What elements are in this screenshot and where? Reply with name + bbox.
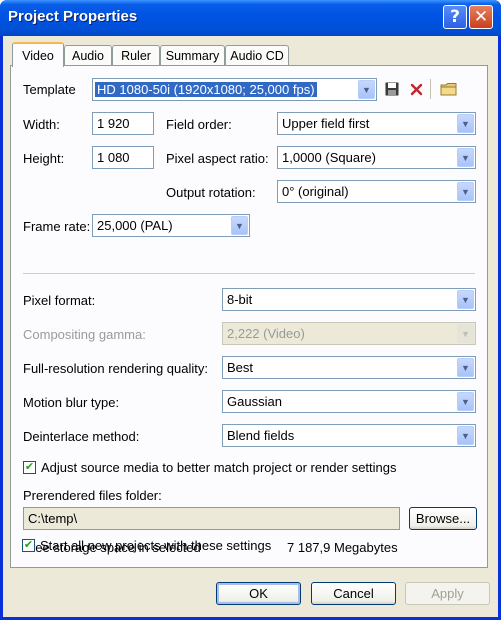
title-bar[interactable]: Project Properties ? ✕ [0, 0, 501, 36]
tab-label: Summary [165, 49, 220, 63]
template-value: HD 1080-50i (1920x1080; 25,000 fps) [95, 82, 317, 97]
section-divider [23, 273, 475, 274]
help-icon: ? [450, 7, 460, 27]
tab-summary[interactable]: Summary [160, 45, 225, 66]
tab-audio-cd[interactable]: Audio CD [225, 45, 289, 66]
tab-label: Audio CD [230, 49, 284, 63]
apply-button: Apply [405, 582, 490, 605]
deinterlace-label: Deinterlace method: [23, 429, 140, 444]
field-order-dropdown[interactable]: Upper field first ▼ [277, 112, 476, 135]
chevron-down-icon: ▼ [457, 358, 474, 377]
render-quality-value: Best [227, 360, 254, 375]
chevron-down-icon: ▼ [457, 114, 474, 133]
chevron-down-icon: ▼ [457, 148, 474, 167]
project-properties-window: Project Properties ? ✕ Video Audio Ruler… [0, 0, 501, 620]
tab-label: Video [22, 48, 54, 63]
frame-rate-dropdown[interactable]: 25,000 (PAL) ▼ [92, 214, 250, 237]
tab-ruler[interactable]: Ruler [112, 45, 160, 66]
window-title: Project Properties [8, 8, 138, 25]
adjust-source-label[interactable]: Adjust source media to better match proj… [41, 460, 397, 475]
tab-audio[interactable]: Audio [64, 45, 112, 66]
compositing-gamma-dropdown: 2,222 (Video) ▼ [222, 322, 476, 345]
frame-rate-label: Frame rate: [23, 219, 91, 234]
chevron-down-icon: ▼ [457, 182, 474, 201]
pixel-aspect-label: Pixel aspect ratio: [166, 151, 269, 166]
toolbar-divider [430, 79, 431, 99]
tab-video[interactable]: Video [12, 42, 64, 67]
compositing-gamma-label: Compositing gamma: [23, 327, 146, 342]
chevron-down-icon: ▼ [231, 216, 248, 235]
pixel-aspect-value: 1,0000 (Square) [282, 150, 376, 165]
height-input[interactable]: 1 080 [92, 146, 154, 169]
save-icon[interactable] [384, 81, 400, 97]
dialog-client-area: Video Audio Ruler Summary Audio CD Templ… [3, 36, 498, 617]
tab-label: Ruler [121, 49, 151, 63]
template-label: Template [23, 82, 76, 97]
field-order-label: Field order: [166, 117, 232, 132]
ok-label: OK [249, 586, 268, 601]
frame-rate-value: 25,000 (PAL) [97, 218, 173, 233]
template-dropdown[interactable]: HD 1080-50i (1920x1080; 25,000 fps) ▼ [92, 78, 377, 101]
output-rotation-value: 0° (original) [282, 184, 349, 199]
apply-label: Apply [431, 586, 464, 601]
chevron-down-icon: ▼ [457, 392, 474, 411]
pixel-format-label: Pixel format: [23, 293, 96, 308]
pixel-format-value: 8-bit [227, 292, 253, 307]
pixel-format-dropdown[interactable]: 8-bit ▼ [222, 288, 476, 311]
help-button[interactable]: ? [443, 5, 467, 29]
render-quality-dropdown[interactable]: Best ▼ [222, 356, 476, 379]
chevron-down-icon: ▼ [457, 426, 474, 445]
width-input[interactable]: 1 920 [92, 112, 154, 135]
pixel-aspect-dropdown[interactable]: 1,0000 (Square) ▼ [277, 146, 476, 169]
field-order-value: Upper field first [282, 116, 370, 131]
chevron-down-icon: ▼ [358, 80, 375, 99]
browse-button[interactable]: Browse... [409, 507, 477, 530]
prerendered-folder-input[interactable]: C:\temp\ [23, 507, 400, 530]
close-icon: ✕ [473, 7, 489, 27]
ok-button[interactable]: OK [216, 582, 301, 605]
height-label: Height: [23, 151, 65, 166]
render-quality-label: Full-resolution rendering quality: [23, 361, 208, 376]
compositing-gamma-value: 2,222 (Video) [227, 326, 305, 341]
delete-icon[interactable] [408, 81, 424, 97]
prerendered-folder-label: Prerendered files folder: [23, 488, 162, 503]
start-new-projects-checkbox[interactable]: ✔ [22, 539, 35, 552]
deinterlace-dropdown[interactable]: Blend fields ▼ [222, 424, 476, 447]
video-tab-panel: Template HD 1080-50i (1920x1080; 25,000 … [10, 65, 488, 568]
cancel-button[interactable]: Cancel [311, 582, 396, 605]
motion-blur-value: Gaussian [227, 394, 282, 409]
motion-blur-dropdown[interactable]: Gaussian ▼ [222, 390, 476, 413]
folder-icon[interactable] [439, 81, 457, 97]
cancel-label: Cancel [333, 586, 374, 601]
free-space-value: 7 187,9 Megabytes [287, 540, 398, 555]
start-new-projects-label[interactable]: Start all new projects with these settin… [40, 538, 271, 553]
chevron-down-icon: ▼ [457, 290, 474, 309]
adjust-source-checkbox[interactable]: ✔ [23, 461, 36, 474]
output-rotation-label: Output rotation: [166, 185, 256, 200]
chevron-down-icon: ▼ [457, 324, 474, 343]
close-button[interactable]: ✕ [469, 5, 493, 29]
output-rotation-dropdown[interactable]: 0° (original) ▼ [277, 180, 476, 203]
deinterlace-value: Blend fields [227, 428, 295, 443]
motion-blur-label: Motion blur type: [23, 395, 120, 410]
tab-label: Audio [72, 49, 104, 63]
browse-label: Browse... [415, 511, 471, 526]
width-label: Width: [23, 117, 60, 132]
